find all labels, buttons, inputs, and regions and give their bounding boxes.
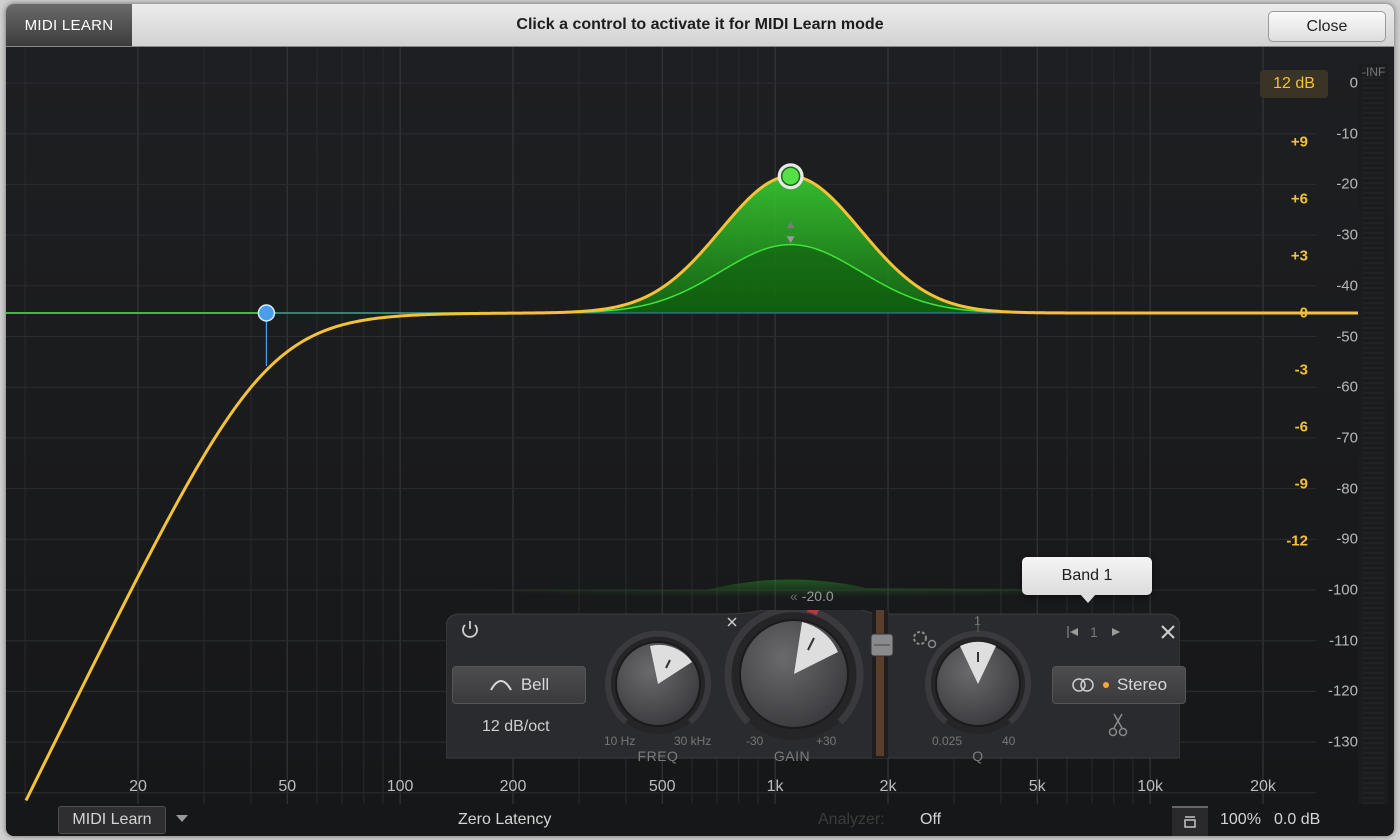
freq-label: 2k <box>879 778 897 795</box>
freq-label: 10k <box>1137 778 1164 795</box>
spectrum-scale-label: -120 <box>1327 682 1358 700</box>
midi-learn-dropdown-icon[interactable] <box>176 815 188 822</box>
band-tooltip-pointer <box>1080 594 1096 603</box>
display-range-button[interactable]: 12 dB <box>1260 70 1328 98</box>
midi-learn-mode-badge: MIDI LEARN <box>6 4 132 46</box>
gain-scale-label: -3 <box>1294 361 1308 379</box>
spectrum-scale-label: -90 <box>1336 530 1358 548</box>
freq-label: 100 <box>386 778 414 795</box>
spectrum-scale-label: -60 <box>1336 378 1358 396</box>
gain-knob[interactable] <box>724 610 864 740</box>
stereo-icon <box>1072 678 1094 692</box>
spectrum-scale-label: -50 <box>1336 328 1358 345</box>
q-min-label: 0.025 <box>932 734 963 748</box>
spectrum-scale-label: -110 <box>1329 632 1358 650</box>
freq-label: 50 <box>278 778 297 795</box>
gain-scale-label: +9 <box>1290 133 1308 151</box>
band-shape-button[interactable]: Bell <box>452 666 586 704</box>
stereo-dot <box>1102 682 1109 688</box>
freq-label: 500 <box>648 778 676 795</box>
band-control-panel: Bell 12 dB/oct 10 Hz 30 kHz FREQ -30 +30… <box>446 588 1186 764</box>
q-top-label: 1 <box>974 614 981 628</box>
spectrum-inf-label: -INF <box>1362 65 1386 79</box>
spectrum-scale-label: -80 <box>1336 480 1358 498</box>
latency-mode-button[interactable]: Zero Latency <box>458 811 551 829</box>
gain-scale-label: +3 <box>1290 247 1308 265</box>
close-button[interactable]: Close <box>1268 11 1386 42</box>
midi-learn-button[interactable]: MIDI Learn <box>58 806 166 834</box>
midi-learn-message: Click a control to activate it for MIDI … <box>516 16 884 33</box>
gain-scale-label: 0 <box>1299 304 1308 322</box>
stereo-placement-button[interactable]: Stereo <box>1052 666 1186 704</box>
spectrum-scale-label: -130 <box>1327 733 1358 751</box>
analyzer-mode-button[interactable]: Off <box>920 811 941 829</box>
freq-knob[interactable] <box>605 630 711 734</box>
band-number: 1 <box>1090 624 1098 640</box>
freq-label: 5k <box>1028 778 1046 795</box>
zoom-level[interactable]: 100% <box>1220 811 1261 829</box>
plugin-window: MIDI LEARN Click a control to activate i… <box>6 4 1394 836</box>
top-bar: MIDI LEARN Click a control to activate i… <box>6 4 1394 47</box>
collapse-icon <box>1184 816 1196 828</box>
gain-scale-label: -9 <box>1294 475 1308 493</box>
spectrum-scale-label: -20 <box>1336 175 1358 193</box>
analyzer-label: Analyzer: <box>818 811 885 828</box>
lowcut-band-node[interactable] <box>257 304 276 322</box>
spectrum-scale-label: -40 <box>1336 277 1358 295</box>
freq-title: FREQ <box>637 748 679 764</box>
gain-min-label: -30 <box>746 734 764 748</box>
gain-max-label: +30 <box>816 734 837 748</box>
band-1-node[interactable] <box>780 166 801 186</box>
output-level-readout[interactable]: «-20.0 <box>790 588 834 604</box>
spectrum-scale-label: 0 <box>1349 74 1358 92</box>
bottom-bar: MIDI Learn Zero Latency Analyzer: Off 10… <box>6 804 1394 836</box>
band-shape-label: Bell <box>520 675 550 694</box>
bell-shape-icon <box>489 680 512 691</box>
freq-label: 20k <box>1250 778 1276 795</box>
output-level-value: -20.0 <box>801 588 834 604</box>
freq-max-label: 30 kHz <box>674 734 712 748</box>
gain-title: GAIN <box>773 748 811 764</box>
spectrum-scale-label: -100 <box>1327 581 1358 599</box>
freq-min-label: 10 Hz <box>604 734 636 748</box>
band-tooltip: Band 1 <box>1022 557 1152 595</box>
spectrum-scale-label: -70 <box>1336 429 1358 447</box>
stereo-label: Stereo <box>1116 675 1168 694</box>
freq-label: 1k <box>766 778 784 795</box>
spectrum-scale-label: -30 <box>1336 226 1358 244</box>
gain-scale-label: -6 <box>1294 418 1308 436</box>
output-options-icon[interactable] <box>1172 806 1208 836</box>
spectrum-scale-label: -10 <box>1336 125 1358 143</box>
freq-label: 20 <box>129 778 147 795</box>
slope-selector[interactable]: 12 dB/oct <box>482 718 550 736</box>
gain-scale-label: +6 <box>1290 190 1308 208</box>
q-title: Q <box>972 748 984 764</box>
freq-label: 200 <box>499 778 527 795</box>
output-gain-value[interactable]: 0.0 dB <box>1274 811 1320 829</box>
double-chevron-left-icon: « <box>790 588 798 604</box>
gain-scale-label: -12 <box>1286 532 1308 550</box>
q-max-label: 40 <box>1002 734 1016 748</box>
